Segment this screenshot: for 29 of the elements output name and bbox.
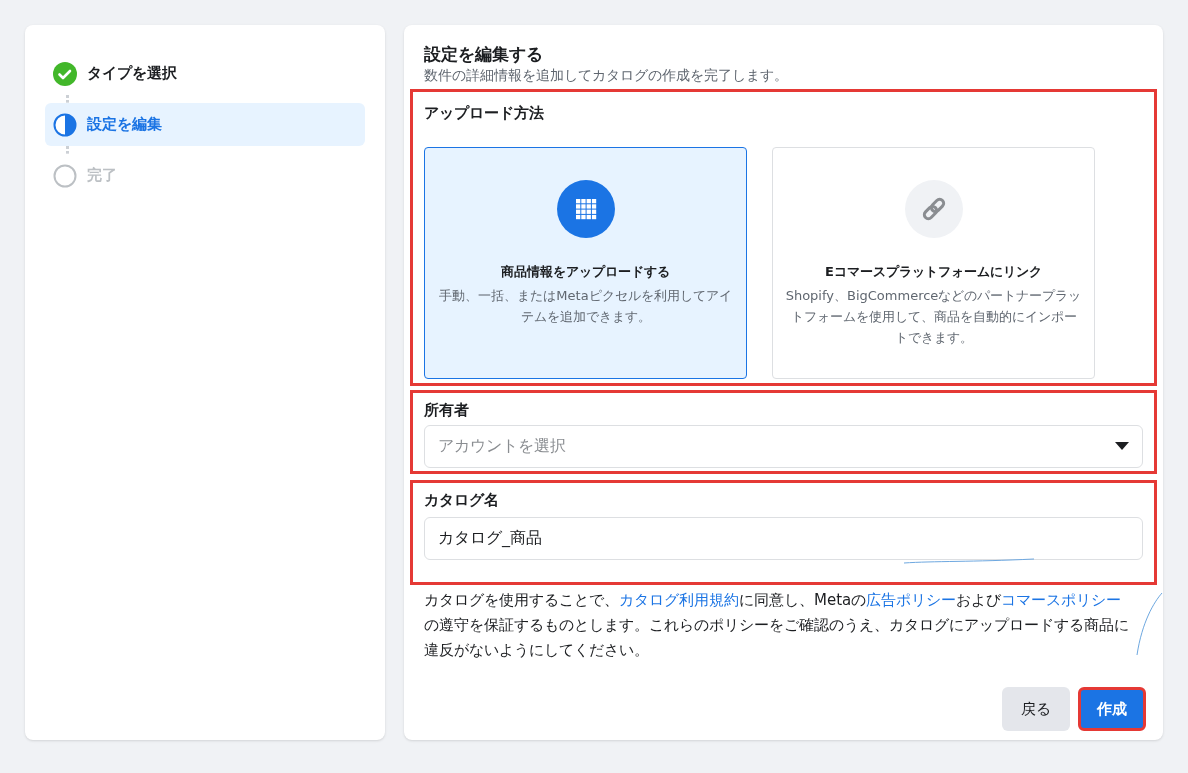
- option-description: 手動、一括、またはMetaピクセルを利用してアイテムを追加できます。: [438, 287, 733, 326]
- check-circle-icon: [53, 61, 77, 86]
- panel-subtitle: 数件の詳細情報を追加してカタログの作成を完了します。: [424, 66, 789, 85]
- grid-icon: [556, 179, 615, 238]
- step-item[interactable]: 設定を編集: [45, 103, 365, 146]
- catalog-name-field[interactable]: カタログ_商品: [424, 516, 1143, 560]
- empty-circle-icon: [53, 163, 77, 188]
- caret-icon: [1115, 442, 1129, 450]
- option-title: Eコマースプラットフォームにリンク: [825, 262, 1042, 281]
- policy-link[interactable]: カタログ利用規約: [619, 590, 739, 609]
- back-button[interactable]: 戻る: [1002, 687, 1070, 731]
- field-label: カタログ名: [424, 489, 500, 511]
- step-item[interactable]: タイプを選択: [45, 52, 365, 95]
- half-circle-icon: [53, 112, 77, 137]
- field-label: 所有者: [424, 399, 470, 421]
- policy-link[interactable]: コマースポリシー: [1001, 590, 1122, 609]
- create-button[interactable]: 作成: [1078, 687, 1146, 731]
- terms-paragraph: カタログを使用することで、カタログ利用規約に同意し、Metaの広告ポリシーおよびコマースポリシー の遵守を保証するものとします。これらのポリシーをご確認のうえ、カタログにアップロードする商品に違反がないようにしてください。: [424, 589, 1130, 661]
- pen-scribble: [1134, 592, 1164, 656]
- option-description: Shopify、BigCommerceなどのパートナープラットフォームを使用して、商品を自動的にインポートできます。: [785, 287, 1082, 347]
- link-icon: [904, 179, 963, 238]
- policy-link[interactable]: 広告ポリシー: [866, 590, 957, 609]
- option-title: 商品情報をアップロードする: [501, 262, 670, 281]
- account-dropdown[interactable]: アカウントを選択: [424, 424, 1143, 468]
- upload-option-card[interactable]: Eコマースプラットフォームにリンク Shopify、BigCommerceなどのパートナープラットフォームを使用して、商品を自動的にインポートできます。: [772, 146, 1095, 379]
- upload-option-card[interactable]: 商品情報をアップロードする 手動、一括、またはMetaピクセルを利用してアイテムを追加できます。: [424, 146, 747, 379]
- dropdown-placeholder: アカウントを選択: [438, 435, 566, 457]
- panel-title: 設定を編集する: [424, 43, 544, 65]
- section-label: アップロード方法: [424, 103, 545, 124]
